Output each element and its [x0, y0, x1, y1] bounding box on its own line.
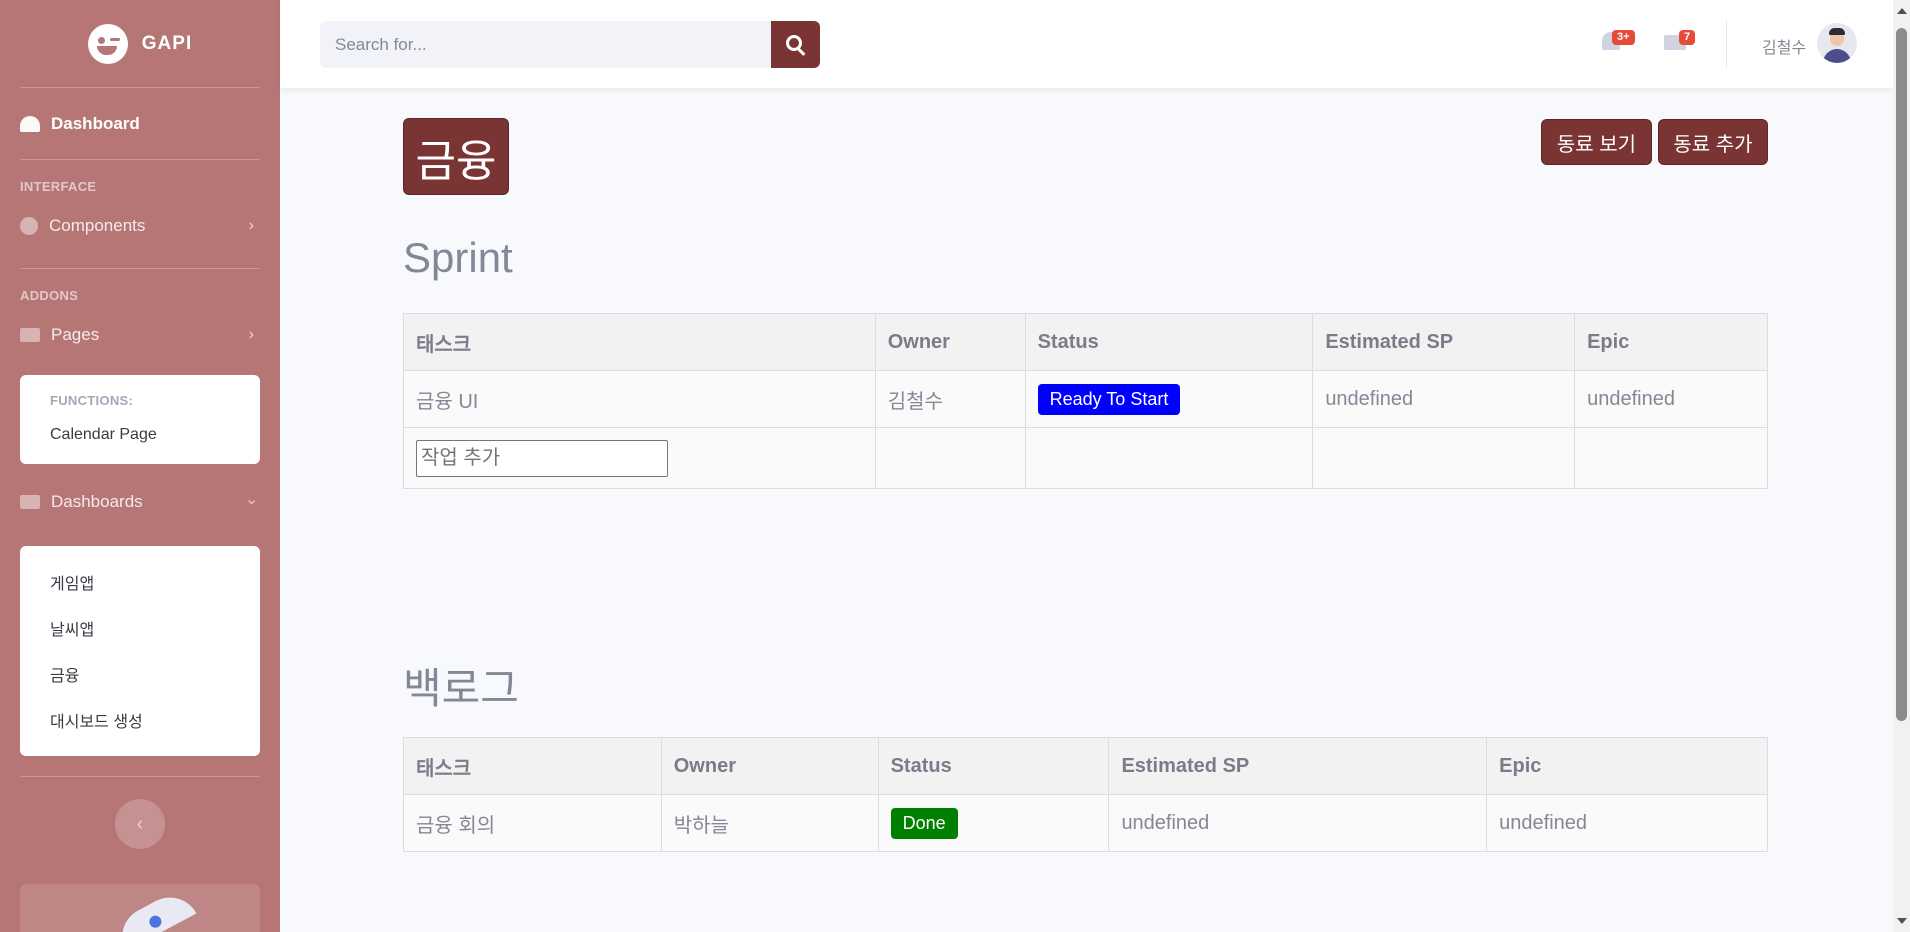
- submenu-item-game-app[interactable]: 게임앱: [20, 558, 260, 605]
- column-header-epic: Epic: [1486, 737, 1768, 795]
- table-row[interactable]: 금융 UI 김철수 Ready To Start undefined undef…: [403, 370, 1768, 428]
- epic-cell: undefined: [1486, 794, 1768, 852]
- status-badge[interactable]: Done: [890, 807, 958, 839]
- sidebar-brand[interactable]: GAPI: [0, 0, 280, 87]
- task-cell[interactable]: 금융 회의: [403, 794, 662, 852]
- add-colleague-button[interactable]: 동료 추가: [1658, 119, 1768, 165]
- status-cell: Done: [877, 794, 1110, 852]
- sidebar-item-dashboard[interactable]: Dashboard: [0, 88, 280, 159]
- submenu-item-create-dashboard[interactable]: 대시보드 생성: [20, 697, 260, 744]
- tachometer-icon: [20, 115, 40, 132]
- dashboards-submenu: 게임앱 날씨앱 금융 대시보드 생성: [20, 546, 260, 756]
- gear-icon: [20, 217, 38, 235]
- backlog-title: 백로그: [403, 665, 519, 712]
- wink-smile-icon: [87, 23, 128, 64]
- task-cell[interactable]: 금융 UI: [403, 370, 876, 428]
- column-header-estimated-sp: Estimated SP: [1108, 737, 1488, 795]
- chevron-right-icon: ›: [248, 217, 254, 234]
- table-header-row: 태스크 Owner Status Estimated SP Epic: [403, 737, 1768, 795]
- submenu-item-finance[interactable]: 금융: [20, 651, 260, 697]
- sidebar-item-components[interactable]: Components ›: [0, 198, 280, 254]
- sidebar: GAPI Dashboard INTERFACE Components › AD…: [0, 0, 280, 932]
- sidebar-divider: [20, 776, 260, 777]
- sidebar-item-label: Components: [49, 216, 146, 235]
- column-header-estimated-sp: Estimated SP: [1312, 313, 1576, 371]
- scroll-up-arrow-icon[interactable]: [1897, 8, 1907, 14]
- table-row[interactable]: 금융 회의 박하늘 Done undefined undefined: [403, 794, 1768, 852]
- status-badge[interactable]: Ready To Start: [1037, 383, 1181, 415]
- sidebar-item-label: Dashboard: [51, 113, 140, 133]
- column-header-epic: Epic: [1574, 313, 1768, 371]
- search-input[interactable]: [320, 21, 771, 68]
- sp-cell: undefined: [1108, 794, 1488, 852]
- sidebar-heading-addons: ADDONS: [20, 288, 79, 303]
- folder-icon: [20, 328, 40, 342]
- submenu-item-weather-app[interactable]: 날씨앱: [20, 605, 260, 651]
- submenu-header: FUNCTIONS:: [50, 393, 134, 408]
- owner-cell: 박하늘: [660, 794, 879, 852]
- view-colleagues-button[interactable]: 동료 보기: [1541, 119, 1652, 165]
- sp-cell: undefined: [1312, 370, 1576, 428]
- messages-badge: 7: [1679, 30, 1696, 45]
- folder-icon: [20, 495, 40, 509]
- search-button[interactable]: [771, 21, 820, 68]
- add-task-row: [403, 427, 1768, 489]
- page-title: 금융: [403, 118, 509, 195]
- scrollbar-thumb[interactable]: [1896, 28, 1907, 721]
- sidebar-item-pages[interactable]: Pages ›: [0, 307, 280, 363]
- backlog-table: 태스크 Owner Status Estimated SP Epic 금융 회의…: [403, 737, 1768, 852]
- status-cell: Ready To Start: [1024, 370, 1314, 428]
- chevron-down-icon: ›: [243, 499, 261, 505]
- column-header-status: Status: [1024, 313, 1314, 371]
- column-header-owner: Owner: [874, 313, 1026, 371]
- sidebar-promo-card: [20, 884, 260, 932]
- search-form: [320, 21, 820, 68]
- owner-cell: 김철수: [874, 370, 1026, 428]
- rocket-icon: [111, 886, 197, 932]
- sidebar-item-label: Dashboards: [51, 492, 143, 511]
- avatar[interactable]: [1817, 23, 1857, 63]
- sidebar-item-dashboards[interactable]: Dashboards ›: [0, 474, 280, 530]
- chevron-right-icon: ›: [248, 326, 254, 343]
- search-icon: [785, 34, 802, 51]
- epic-cell: undefined: [1574, 370, 1768, 428]
- sidebar-heading-interface: INTERFACE: [20, 179, 97, 194]
- column-header-status: Status: [877, 737, 1110, 795]
- pages-submenu: FUNCTIONS: Calendar Page: [20, 375, 260, 464]
- vertical-scrollbar[interactable]: [1893, 0, 1910, 932]
- alerts-button[interactable]: 3+: [1600, 30, 1635, 60]
- column-header-owner: Owner: [660, 737, 879, 795]
- messages-button[interactable]: 7: [1664, 30, 1696, 60]
- table-header-row: 태스크 Owner Status Estimated SP Epic: [403, 313, 1768, 371]
- column-header-task: 태스크: [403, 313, 876, 371]
- topbar: 3+ 7 김철수: [280, 0, 1893, 88]
- alerts-badge: 3+: [1612, 30, 1635, 45]
- sidebar-toggle-button[interactable]: ‹: [115, 799, 165, 849]
- add-task-input[interactable]: [416, 439, 668, 477]
- submenu-item-calendar[interactable]: Calendar Page: [20, 414, 260, 456]
- column-header-task: 태스크: [403, 737, 662, 795]
- topbar-divider: [1726, 20, 1727, 68]
- chevron-left-icon: ‹: [136, 812, 144, 835]
- sprint-title: Sprint: [403, 234, 513, 281]
- user-name[interactable]: 김철수: [1762, 34, 1806, 58]
- sprint-table: 태스크 Owner Status Estimated SP Epic 금융 UI…: [403, 313, 1768, 489]
- sidebar-item-label: Pages: [51, 325, 100, 344]
- scroll-down-arrow-icon[interactable]: [1897, 918, 1907, 924]
- brand-name: GAPI: [141, 32, 193, 54]
